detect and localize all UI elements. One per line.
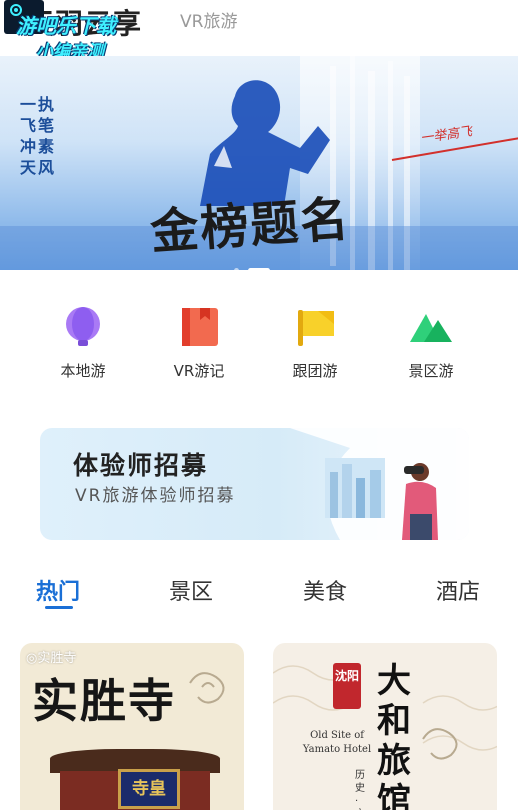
category-tabs: 热门 景区 美食 酒店: [0, 570, 518, 620]
banner-poem-line: 冲素: [20, 137, 57, 156]
card-vertical-title: 大 和 旅 馆: [377, 661, 417, 810]
content-card-yamato-hotel[interactable]: 沈阳 Old Site of Yamato Hotel 大 和 旅 馆 历史·文: [273, 643, 497, 810]
quick-nav-label: 景区游: [408, 362, 454, 380]
card-location-tag: ◎实胜寺: [26, 651, 77, 666]
quick-nav-vr-notes[interactable]: VR游记: [149, 306, 249, 381]
card-title-char: 馆: [377, 781, 411, 810]
card-title-char: 和: [377, 701, 411, 741]
city-seal: 沈阳: [333, 663, 361, 709]
card-title: 实胜寺: [32, 674, 176, 728]
tab-hot[interactable]: 热门: [8, 574, 108, 606]
app-subtitle: VR旅游: [180, 12, 238, 32]
app-header: 天羽云享 VR旅游 游吧乐下载 小编亲测: [0, 0, 518, 62]
tab-hotel[interactable]: 酒店: [408, 574, 508, 606]
tab-scenic[interactable]: 景区: [141, 574, 241, 606]
quick-nav-label: 跟团游: [292, 362, 338, 380]
quick-nav-group-tour[interactable]: 跟团游: [265, 306, 365, 381]
temple-placard: 寺皇: [118, 769, 180, 809]
hero-banner[interactable]: 一执 飞笔 冲素 天风 金榜题名 一举高飞: [0, 56, 518, 270]
quick-nav-label: VR游记: [173, 362, 225, 380]
watermark-overlay: 游吧乐下载 小编亲测: [4, 0, 144, 62]
watermark-text: 游吧乐下载: [16, 14, 116, 38]
balloon-icon: [62, 306, 104, 348]
card-title-char: 旅: [377, 741, 411, 781]
notebook-icon: [178, 306, 220, 348]
tab-food[interactable]: 美食: [275, 574, 375, 606]
tab-active-indicator: [45, 606, 73, 609]
card-small-vertical-text: 历史·文: [355, 770, 365, 810]
banner-pagination: [232, 258, 272, 270]
quick-nav-label: 本地游: [60, 362, 106, 380]
flag-icon: [294, 306, 336, 348]
banner-poem-line: 天风: [20, 158, 57, 177]
banner-poem-line: 一执: [20, 95, 57, 114]
card-english-subtitle: Old Site of Yamato Hotel: [302, 730, 372, 755]
recruit-title: 体验师招募: [73, 451, 209, 480]
banner-title: 金榜题名: [148, 191, 353, 261]
quick-nav: 本地游 VR游记 跟团游 景区游: [0, 270, 518, 400]
quick-nav-local-tour[interactable]: 本地游: [33, 306, 133, 381]
quick-nav-scenic-tour[interactable]: 景区游: [381, 306, 481, 381]
recruit-banner[interactable]: 体验师招募 VR旅游体验师招募: [40, 428, 469, 540]
content-card-shisheng-temple[interactable]: ◎实胜寺 实胜寺 寺皇: [20, 643, 244, 810]
banner-poem: 一执 飞笔 冲素 天风: [20, 94, 56, 178]
card-title-char: 大: [377, 661, 411, 701]
recruit-subtitle: VR旅游体验师招募: [75, 486, 236, 506]
mountain-icon: [410, 306, 452, 348]
banner-poem-line: 飞笔: [20, 116, 57, 135]
